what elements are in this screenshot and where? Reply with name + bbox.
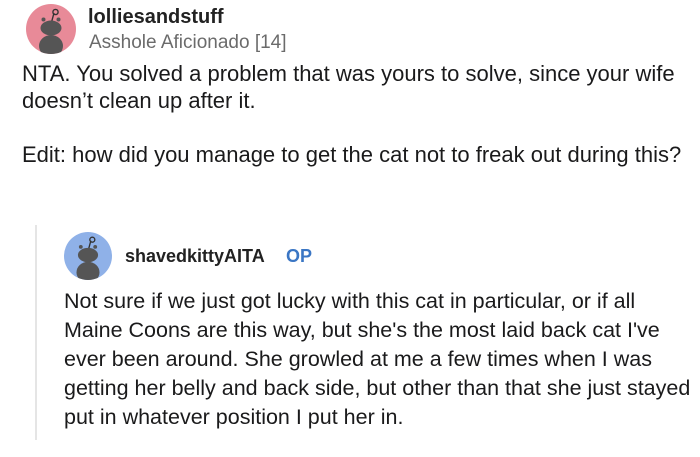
reply-avatar[interactable] (64, 232, 112, 280)
comment-body: NTA. You solved a problem that was yours… (22, 60, 682, 168)
user-avatar[interactable] (26, 4, 76, 54)
snoo-avatar-icon (76, 236, 100, 280)
user-flair: Asshole Aficionado [14] (89, 32, 287, 53)
reply-username[interactable]: shavedkittyAITA (125, 246, 265, 267)
thread-line[interactable] (35, 225, 37, 440)
reply-body: Not sure if we just got lucky with this … (64, 289, 691, 429)
comment-username[interactable]: lolliesandstuff (88, 6, 224, 29)
comment-paragraph: NTA. You solved a problem that was yours… (22, 61, 675, 113)
comment-paragraph: Edit: how did you manage to get the cat … (22, 142, 682, 167)
snoo-avatar-icon (39, 8, 63, 54)
op-badge: OP (286, 246, 313, 266)
